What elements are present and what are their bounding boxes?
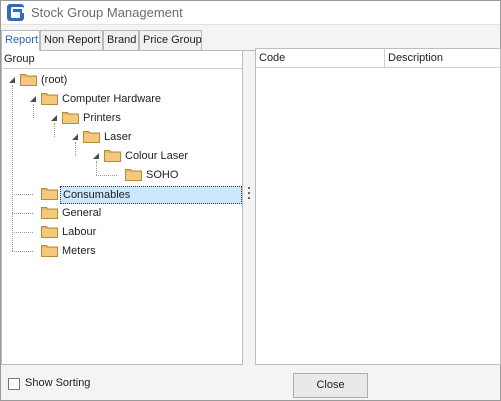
tree-connector [12, 251, 33, 252]
code-column-header[interactable]: Code [256, 49, 385, 68]
expand-arrow-icon[interactable] [8, 76, 16, 84]
tree-node-label[interactable]: Laser [102, 128, 134, 146]
tree-node[interactable]: Labour [2, 223, 242, 241]
tree-connector [75, 142, 76, 156]
folder-icon [41, 206, 58, 219]
tree-node[interactable]: Printers [2, 109, 242, 127]
folder-icon [104, 149, 121, 162]
description-column-header[interactable]: Description [385, 49, 500, 68]
tree-connector [12, 85, 13, 251]
tree-node[interactable]: Consumables [2, 185, 242, 204]
tree-connector [12, 194, 33, 195]
tree-node[interactable]: (root) [2, 71, 242, 89]
expand-arrow-icon[interactable] [92, 152, 100, 160]
group-column-header: Group [2, 51, 242, 69]
folder-icon [41, 244, 58, 257]
group-tree-panel: Group (root) Computer Hardware Printers Las… [1, 51, 243, 365]
group-tree[interactable]: (root) Computer Hardware Printers Laser Colo… [2, 69, 242, 363]
folder-icon [41, 187, 58, 200]
tree-node-label[interactable]: Colour Laser [123, 147, 190, 165]
tree-node-label[interactable]: Consumables [60, 186, 242, 204]
splitter-grip-icon[interactable] [248, 187, 251, 203]
tree-node[interactable]: Computer Hardware [2, 90, 242, 108]
tab-price-group[interactable]: Price Group [139, 30, 202, 51]
expand-arrow-icon[interactable] [71, 133, 79, 141]
tree-node-label[interactable]: (root) [39, 71, 69, 89]
tree-node[interactable]: Meters [2, 242, 242, 260]
tab-non-report[interactable]: Non Report [40, 30, 103, 51]
folder-icon [20, 73, 37, 86]
folder-icon [62, 111, 79, 124]
folder-icon [41, 225, 58, 238]
app-icon [7, 4, 24, 21]
stock-group-window: Stock Group Management Report Non Report… [0, 0, 501, 401]
tree-connector [12, 232, 33, 233]
tree-node[interactable]: SOHO [2, 166, 242, 184]
close-button[interactable]: Close [293, 373, 368, 398]
stock-grid-panel: Code Description [255, 48, 501, 365]
window-title: Stock Group Management [31, 5, 183, 20]
footer-bar: Show Sorting Close [1, 365, 500, 400]
folder-icon [83, 130, 100, 143]
tree-node-label[interactable]: Labour [60, 223, 98, 241]
tab-report[interactable]: Report [1, 30, 40, 51]
tree-connector [12, 213, 33, 214]
folder-icon [41, 92, 58, 105]
tree-connector [54, 123, 55, 137]
tree-node[interactable]: Laser [2, 128, 242, 146]
tree-connector [96, 161, 97, 175]
grid-header: Code Description [256, 49, 500, 68]
tree-node-label[interactable]: SOHO [144, 166, 180, 184]
expand-arrow-icon[interactable] [29, 95, 37, 103]
show-sorting-label[interactable]: Show Sorting [25, 377, 90, 389]
tree-node-label[interactable]: Printers [81, 109, 123, 127]
tree-connector [96, 175, 117, 176]
expand-arrow-icon[interactable] [50, 114, 58, 122]
tree-node-label[interactable]: Computer Hardware [60, 90, 163, 108]
tree-node-label[interactable]: Meters [60, 242, 98, 260]
title-bar[interactable]: Stock Group Management [1, 1, 500, 25]
tree-node[interactable]: General [2, 204, 242, 222]
tab-brand[interactable]: Brand [103, 30, 139, 51]
tree-node-label[interactable]: General [60, 204, 103, 222]
folder-icon [125, 168, 142, 181]
show-sorting-checkbox[interactable] [8, 378, 20, 390]
tree-node[interactable]: Colour Laser [2, 147, 242, 165]
tree-connector [33, 104, 34, 118]
